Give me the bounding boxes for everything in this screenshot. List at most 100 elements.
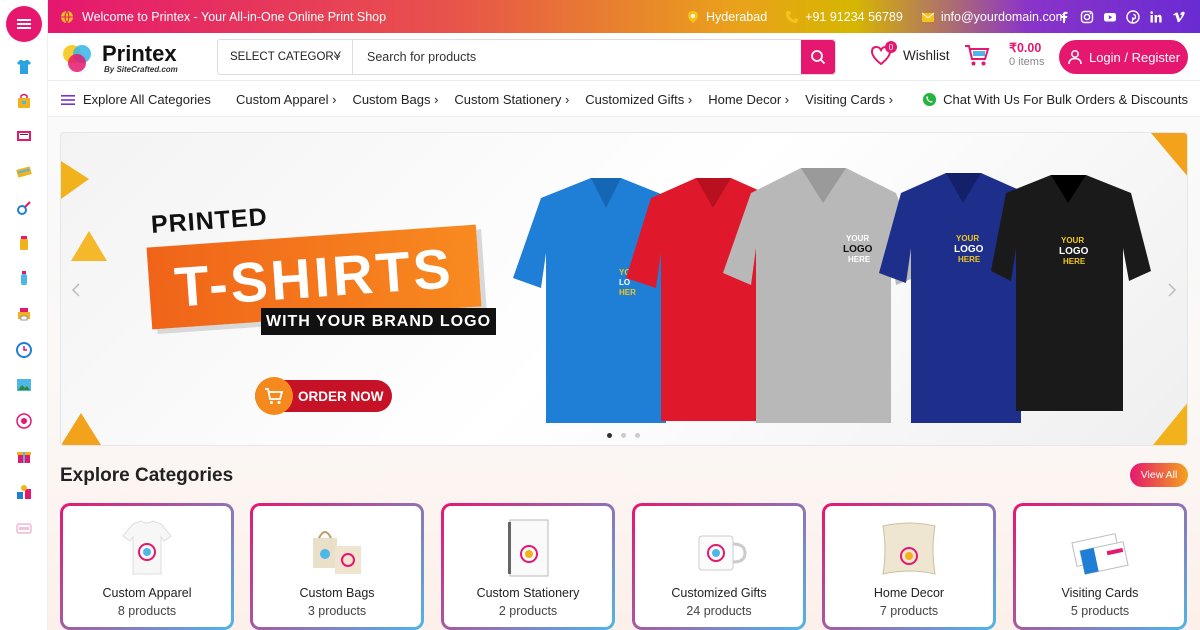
login-register-button[interactable]: Login / Register bbox=[1059, 40, 1188, 74]
category-count: 7 products bbox=[879, 604, 939, 618]
rail-shop-icon[interactable] bbox=[14, 518, 34, 538]
pinterest-icon[interactable] bbox=[1126, 9, 1140, 24]
category-card-custom-stationery[interactable]: Custom Stationery 2 products bbox=[441, 503, 615, 630]
nav-link-custom-apparel[interactable]: Custom Apparel › bbox=[236, 92, 336, 107]
nav-link-visiting-cards[interactable]: Visiting Cards › bbox=[805, 92, 893, 107]
explore-all-categories[interactable]: Explore All Categories bbox=[61, 82, 211, 117]
svg-text:YOUR: YOUR bbox=[1061, 236, 1084, 245]
facebook-icon[interactable] bbox=[1057, 10, 1071, 24]
explore-all-label: Explore All Categories bbox=[83, 92, 211, 107]
phone-text: +91 91234 56789 bbox=[805, 9, 903, 24]
wishlist-icon-wrap: 0 bbox=[869, 41, 897, 67]
category-name: Custom Apparel bbox=[102, 586, 192, 600]
rail-photo-icon[interactable] bbox=[14, 375, 34, 395]
top-bar: Welcome to Printex - Your All-in-One Onl… bbox=[48, 0, 1200, 33]
category-card-custom-apparel[interactable]: Custom Apparel 8 products bbox=[60, 503, 234, 630]
instagram-icon[interactable] bbox=[1080, 10, 1094, 24]
bulk-order-chat-link[interactable]: Chat With Us For Bulk Orders & Discounts bbox=[922, 82, 1188, 117]
search-input[interactable] bbox=[353, 40, 801, 74]
category-count: 3 products bbox=[307, 604, 367, 618]
svg-text:HER: HER bbox=[619, 288, 636, 297]
cart-icon bbox=[965, 45, 990, 66]
rail-key-icon[interactable] bbox=[14, 198, 34, 218]
svg-text:HERE: HERE bbox=[958, 255, 981, 264]
visiting-cards-thumbnail bbox=[1071, 533, 1129, 575]
nav-link-custom-bags[interactable]: Custom Bags › bbox=[352, 92, 438, 107]
category-card-customized-gifts[interactable]: Customized Gifts 24 products bbox=[632, 503, 806, 630]
category-card-custom-bags[interactable]: Custom Bags 3 products bbox=[250, 503, 424, 630]
svg-text:HERE: HERE bbox=[848, 255, 871, 264]
rail-gift-icon[interactable] bbox=[14, 446, 34, 466]
slide-dot-3[interactable] bbox=[635, 433, 640, 438]
email-link[interactable]: info@yourdomain.com bbox=[921, 10, 1066, 24]
category-name: Custom Bags bbox=[299, 586, 375, 600]
next-slide-arrow[interactable] bbox=[1167, 283, 1177, 297]
menu-button[interactable] bbox=[6, 6, 42, 42]
category-count: 2 products bbox=[498, 604, 558, 618]
wishlist-label: Wishlist bbox=[903, 47, 950, 63]
slide-dot-1[interactable] bbox=[607, 433, 612, 438]
login-label: Login / Register bbox=[1088, 49, 1181, 65]
chevron-down-icon bbox=[333, 55, 341, 60]
logo-text: Printex By SiteCrafted.com bbox=[102, 42, 178, 74]
svg-text:LOGO: LOGO bbox=[843, 244, 873, 255]
nav-links: Custom Apparel › Custom Bags › Custom St… bbox=[236, 82, 909, 117]
phone-link[interactable]: +91 91234 56789 bbox=[785, 10, 903, 24]
rail-shapes-icon[interactable] bbox=[14, 482, 34, 502]
phone-icon bbox=[786, 10, 799, 23]
category-select[interactable]: SELECT CATEGORY bbox=[218, 40, 353, 74]
youtube-icon[interactable] bbox=[1103, 10, 1117, 24]
rail-bag-icon[interactable] bbox=[14, 91, 34, 111]
rail-tshirt-icon[interactable] bbox=[14, 57, 34, 77]
rail-bottle-icon[interactable] bbox=[14, 233, 34, 253]
category-nav: Explore All Categories Custom Apparel › … bbox=[48, 82, 1200, 117]
cart-summary: ₹0.00 0 items bbox=[999, 41, 1044, 69]
user-icon bbox=[1068, 50, 1082, 65]
welcome-message: Welcome to Printex - Your All-in-One Onl… bbox=[60, 0, 386, 33]
banner-line-printed: PRINTED bbox=[150, 202, 269, 240]
search-bar: SELECT CATEGORY bbox=[217, 39, 836, 75]
slide-dots bbox=[607, 433, 640, 438]
category-card-visiting-cards[interactable]: Visiting Cards 5 products bbox=[1013, 503, 1187, 630]
cart-icon bbox=[265, 388, 284, 404]
cart-link[interactable]: ₹0.00 0 items bbox=[963, 41, 1044, 69]
hero-banner[interactable]: PRINTED T-SHIRTS WITH YOUR BRAND LOGO OR… bbox=[60, 132, 1188, 446]
wishlist-count-badge: 0 bbox=[885, 41, 897, 53]
rail-badge-icon[interactable] bbox=[14, 411, 34, 431]
search-button[interactable] bbox=[801, 40, 835, 74]
category-count: 24 products bbox=[686, 604, 752, 618]
category-name: Home Decor bbox=[873, 586, 945, 600]
nav-link-custom-stationery[interactable]: Custom Stationery › bbox=[454, 92, 569, 107]
bags-thumbnail bbox=[313, 531, 361, 574]
linkedin-icon[interactable] bbox=[1149, 10, 1163, 24]
decor-triangle bbox=[1153, 403, 1187, 445]
view-all-button[interactable]: View All bbox=[1130, 463, 1188, 487]
social-links bbox=[1057, 0, 1186, 33]
svg-text:LOGO: LOGO bbox=[954, 244, 984, 255]
search-icon bbox=[811, 50, 826, 65]
category-count: 8 products bbox=[117, 604, 177, 618]
category-count: 5 products bbox=[1070, 604, 1130, 618]
decor-triangle bbox=[1151, 133, 1187, 176]
rail-printer-icon[interactable] bbox=[14, 304, 34, 324]
rail-clock-icon[interactable] bbox=[14, 340, 34, 360]
email-icon bbox=[921, 12, 935, 22]
nav-link-customized-gifts[interactable]: Customized Gifts › bbox=[585, 92, 692, 107]
logo[interactable]: Printex By SiteCrafted.com bbox=[60, 41, 178, 75]
slide-dot-2[interactable] bbox=[621, 433, 626, 438]
rail-stationery-icon[interactable] bbox=[14, 126, 34, 146]
cart-items-count: 0 items bbox=[1009, 56, 1045, 68]
category-card-home-decor[interactable]: Home Decor 7 products bbox=[822, 503, 996, 630]
wishlist-link[interactable]: 0 Wishlist bbox=[869, 41, 950, 67]
left-rail bbox=[0, 0, 48, 630]
vimeo-icon[interactable] bbox=[1172, 10, 1186, 24]
rail-bottle-blue-icon[interactable] bbox=[14, 268, 34, 288]
category-name: Customized Gifts bbox=[671, 586, 767, 600]
location: Hyderabad bbox=[686, 10, 767, 24]
decor-triangle bbox=[61, 413, 101, 445]
prev-slide-arrow[interactable] bbox=[71, 283, 81, 297]
rail-card-icon[interactable] bbox=[14, 162, 34, 182]
logo-mark-icon bbox=[63, 45, 91, 72]
category-name: Visiting Cards bbox=[1061, 586, 1139, 600]
nav-link-home-decor[interactable]: Home Decor › bbox=[708, 92, 789, 107]
